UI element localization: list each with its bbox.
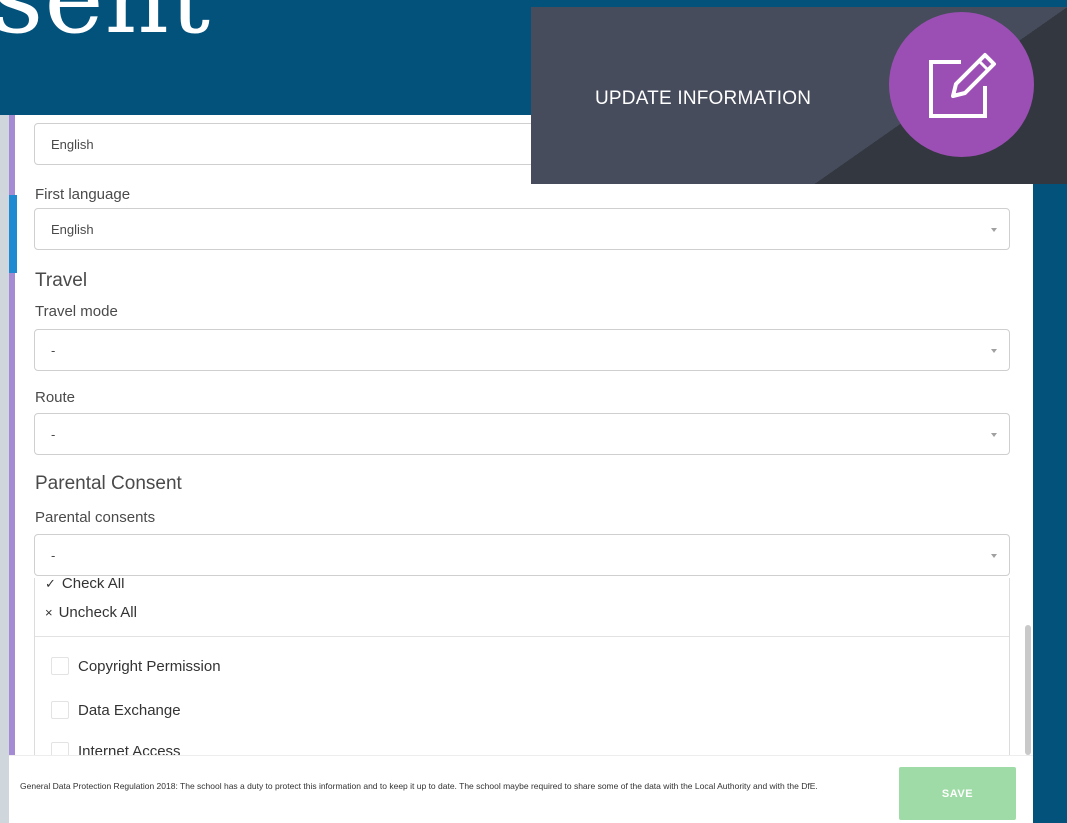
parental-consents-dropdown: ✓ Check All × Uncheck All Copyright Permis… [34, 578, 1010, 758]
parental-consents-label: Parental consents [35, 509, 156, 526]
check-icon: ✓ [45, 578, 56, 591]
background-page-title: sent [0, 0, 211, 48]
consent-option-label: Data Exchange [78, 702, 181, 719]
save-button[interactable]: SAVE [899, 767, 1016, 820]
first-language-label: First language [35, 186, 131, 203]
panel-accent-highlight [9, 195, 17, 273]
route-select-value: - [51, 427, 56, 442]
uncheck-all-label: Uncheck All [58, 604, 137, 621]
chevron-down-icon [991, 349, 997, 353]
checkbox[interactable] [51, 657, 69, 675]
language-select-value: English [51, 137, 94, 152]
uncheck-all-option[interactable]: × Uncheck All [45, 604, 137, 621]
edit-button[interactable] [889, 12, 1034, 157]
form-panel: English First language English Travel Tr… [9, 115, 1033, 823]
close-icon: × [45, 605, 53, 620]
background-right-edge [1033, 180, 1067, 823]
route-select[interactable]: - [34, 413, 1010, 455]
chevron-down-icon [991, 433, 997, 437]
travel-mode-select-value: - [51, 343, 56, 358]
chevron-down-icon [991, 228, 997, 232]
update-information-banner: UPDATE INFORMATION [531, 7, 1067, 184]
consent-option-label: Copyright Permission [78, 658, 221, 675]
travel-mode-select[interactable]: - [34, 329, 1010, 371]
travel-heading: Travel [35, 270, 88, 291]
gdpr-notice: General Data Protection Regulation 2018:… [20, 781, 818, 791]
parental-consents-select[interactable]: - [34, 534, 1010, 576]
edit-icon [929, 53, 996, 118]
check-all-option[interactable]: ✓ Check All [45, 578, 124, 592]
background-sidebar-edge [0, 115, 9, 823]
first-language-select-value: English [51, 222, 94, 237]
update-information-label: UPDATE INFORMATION [595, 88, 812, 109]
screen: sent English First language English Trav… [0, 0, 1067, 823]
form-footer: General Data Protection Regulation 2018:… [9, 755, 1033, 823]
parental-consents-select-value: - [51, 548, 56, 563]
parental-consent-heading: Parental Consent [35, 473, 182, 494]
travel-mode-label: Travel mode [35, 303, 118, 320]
chevron-down-icon [991, 554, 997, 558]
check-all-label: Check All [61, 578, 125, 592]
checkbox[interactable] [51, 701, 69, 719]
route-label: Route [35, 389, 76, 406]
dropdown-divider [35, 636, 1009, 637]
dropdown-scrollbar[interactable] [1025, 625, 1031, 755]
first-language-select[interactable]: English [34, 208, 1010, 250]
